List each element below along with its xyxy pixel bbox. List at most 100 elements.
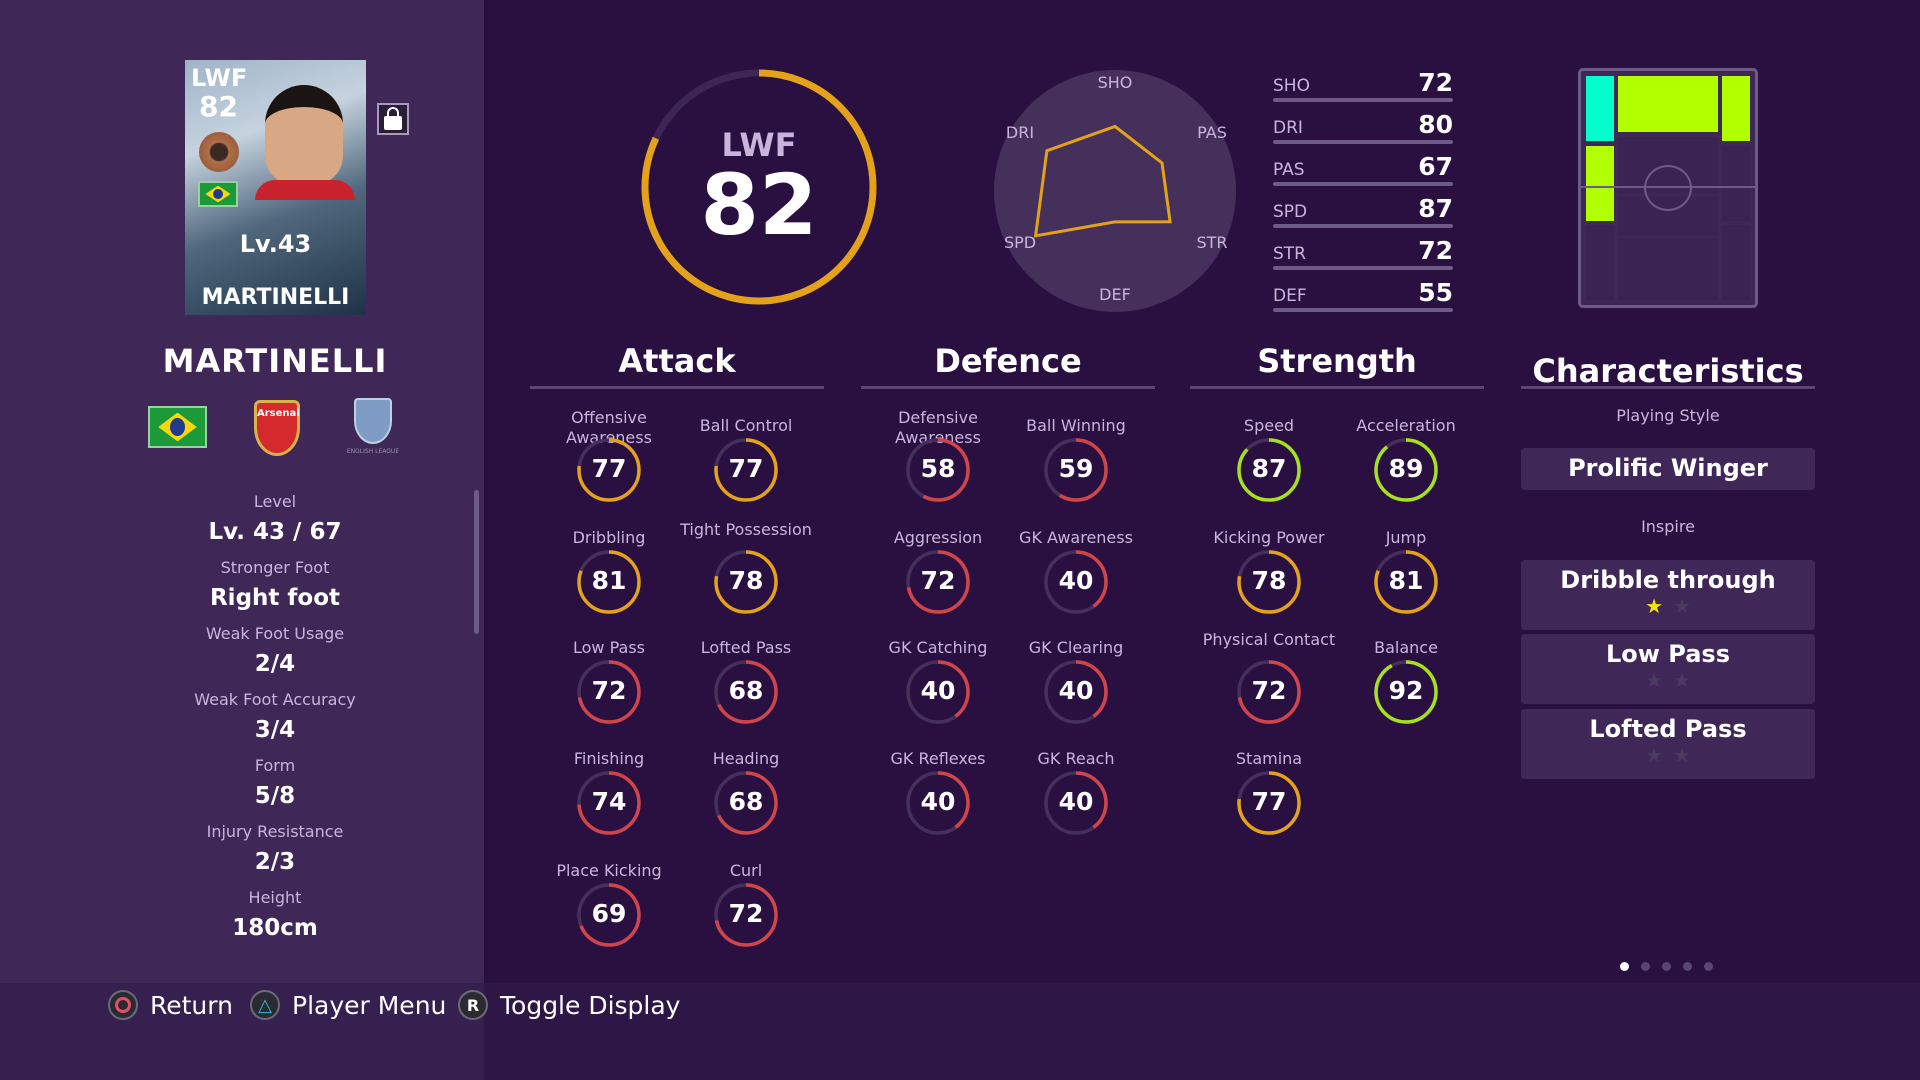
lock-icon[interactable] (377, 103, 409, 135)
inspire-item[interactable]: Low Pass ★★ (1521, 634, 1815, 704)
player-menu-button[interactable]: △ Player Menu (250, 990, 446, 1020)
stat-value: 72 (728, 899, 764, 928)
stat-label: GK Awareness (1019, 528, 1133, 547)
stat-key: SPD (1273, 201, 1308, 222)
info-value: 5/8 (254, 783, 296, 809)
player-photo (265, 85, 343, 185)
stat-value: 77 (728, 454, 764, 483)
section-underline (861, 386, 1155, 389)
stat-label: GK Reach (1037, 749, 1115, 768)
info-value: 2/4 (254, 651, 296, 677)
stat-underline (1273, 181, 1453, 186)
stat-label: Jump (1385, 528, 1427, 547)
stat-key: STR (1273, 243, 1306, 264)
inspire-item[interactable]: Dribble through ★★ (1521, 560, 1815, 630)
stat-label: Balance (1374, 638, 1438, 657)
stat-value: 80 (1418, 109, 1453, 139)
stat-value: 40 (920, 676, 956, 705)
stat-value: 40 (920, 787, 956, 816)
radar-label-str: STR (1196, 233, 1227, 252)
stat-label: Place Kicking (556, 861, 662, 880)
inspire-item[interactable]: Lofted Pass ★★ (1521, 709, 1815, 779)
scrollbar[interactable] (474, 490, 479, 634)
zone-cb (1617, 239, 1719, 301)
info-label: Form (254, 756, 296, 775)
section-underline (530, 386, 824, 389)
position-map (1578, 68, 1758, 308)
stat-label: Dribbling (572, 528, 646, 547)
circle-button-icon (108, 990, 138, 1020)
radar-background (994, 70, 1236, 312)
info-label: Weak Foot Usage (205, 624, 345, 643)
stat-label: Ball Control (699, 416, 793, 435)
characteristics-heading: Characteristics (1532, 352, 1804, 390)
player-shirt (255, 180, 355, 200)
page-dot[interactable] (1683, 962, 1692, 971)
characteristics-underline (1521, 386, 1815, 389)
stat-value: 77 (1251, 787, 1287, 816)
stat-label: GK Catching (888, 638, 988, 657)
toggle-display-button[interactable]: R Toggle Display (458, 990, 680, 1020)
info-value: 180cm (232, 915, 318, 941)
r-button-icon: R (458, 990, 488, 1020)
r-glyph: R (466, 995, 480, 1015)
stat-value: 74 (591, 787, 627, 816)
stat-row-def: DEF 55 (1273, 276, 1453, 318)
stat-row-sho: SHO 72 (1273, 66, 1453, 108)
inspire-name: Dribble through (1560, 566, 1776, 594)
info-label: Height (248, 888, 302, 907)
stat-key: PAS (1273, 159, 1305, 180)
info-label: Injury Resistance (206, 822, 344, 841)
stat-value: 40 (1058, 566, 1094, 595)
radar-label-sho: SHO (1098, 73, 1133, 92)
zone-lwf (1586, 75, 1615, 142)
info-label: Stronger Foot (220, 558, 330, 577)
inspire-stars: ★★ (1521, 743, 1815, 767)
playing-style-box[interactable]: Prolific Winger (1521, 448, 1815, 490)
star-icon: ★ (1645, 594, 1673, 618)
page-dot[interactable] (1662, 962, 1671, 971)
stat-value: 72 (1418, 68, 1453, 97)
stat-label: Heading (712, 749, 780, 768)
zone-rmf (1721, 145, 1750, 221)
page-dot[interactable] (1641, 962, 1650, 971)
stat-value: 55 (1418, 277, 1453, 307)
player-card: LWF 82 Lv.43 MARTINELLI (185, 60, 366, 315)
stat-label: Stamina (1235, 749, 1303, 768)
stat-underline (1273, 139, 1453, 144)
stat-value: 72 (591, 676, 627, 705)
section-heading-strength: Strength (1257, 342, 1417, 380)
nationality-flag-icon (148, 406, 207, 448)
stat-value: 68 (728, 787, 764, 816)
star-icon: ★ (1673, 743, 1701, 767)
stat-label: Low Pass (573, 638, 645, 657)
page-dot[interactable] (1704, 962, 1713, 971)
section-underline (1190, 386, 1484, 389)
stat-value: 40 (1058, 787, 1094, 816)
stat-value: 58 (920, 454, 956, 483)
playing-style-label: Playing Style (1616, 406, 1720, 425)
return-button[interactable]: Return (108, 990, 233, 1020)
page-dot[interactable] (1620, 962, 1629, 971)
stat-value: 81 (1388, 566, 1424, 595)
stat-value: 59 (1058, 454, 1094, 483)
zone-rb (1721, 225, 1750, 301)
radar-label-dri: DRI (1006, 123, 1034, 142)
playing-style-value: Prolific Winger (1568, 454, 1768, 482)
radar-label-def: DEF (1099, 285, 1131, 304)
inspire-name: Low Pass (1605, 640, 1731, 668)
stat-row-pas: PAS 67 (1273, 150, 1453, 192)
info-value: Right foot (209, 585, 341, 611)
star-icon: ★ (1673, 668, 1701, 692)
stat-underline (1273, 307, 1453, 312)
league-logo-icon (354, 398, 392, 444)
stat-value: 67 (1418, 151, 1453, 181)
stat-row-dri: DRI 80 (1273, 108, 1453, 150)
stat-value: 40 (1058, 676, 1094, 705)
stat-row-str: STR 72 (1273, 234, 1453, 276)
stat-row-spd: SPD 87 (1273, 192, 1453, 234)
stat-value: 72 (1418, 235, 1453, 265)
footer-label: Player Menu (292, 990, 447, 1020)
inspire-stars: ★★ (1521, 668, 1815, 692)
info-value: 2/3 (254, 849, 296, 875)
